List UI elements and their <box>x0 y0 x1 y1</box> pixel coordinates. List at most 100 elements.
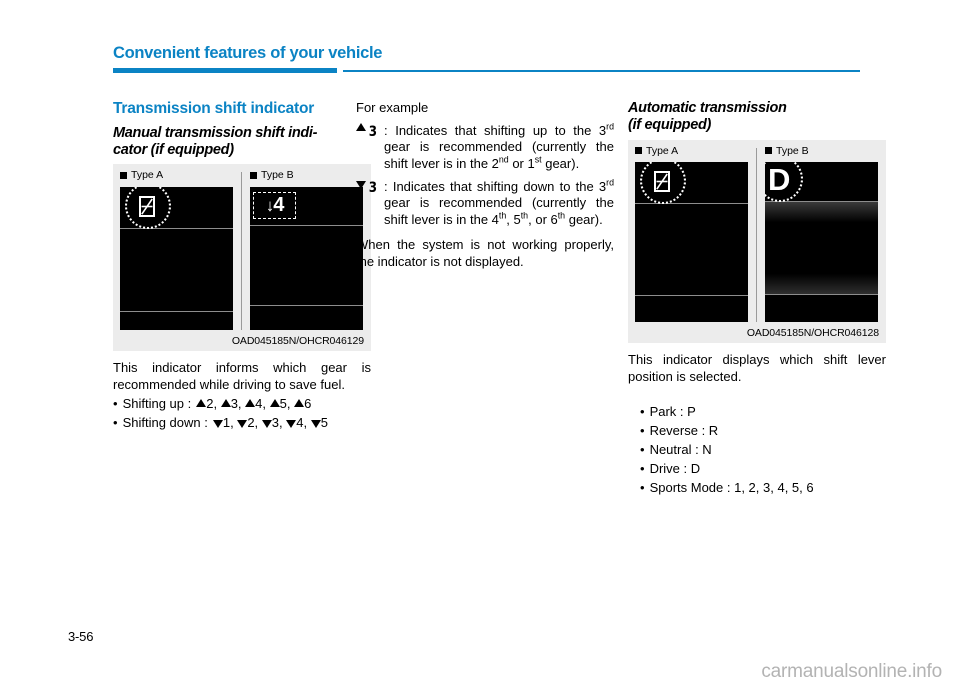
ordinal-th: th <box>520 210 529 221</box>
header-rule-thin <box>343 70 860 72</box>
subsection-title-automatic-transmission: Automatic transmission (if equipped) <box>628 100 886 134</box>
figure-type-a: Type A <box>120 170 233 330</box>
shift-down-arrow-icon: ↓ <box>265 195 274 215</box>
gear-value: 3 <box>271 415 280 431</box>
subsection-title-line1: Automatic transmission <box>628 100 787 116</box>
bullet-neutral-label: Neutral : N <box>649 442 712 458</box>
bullet-shifting-down-label: Shifting down : <box>122 415 208 431</box>
ordinal-rd: rd <box>606 121 614 132</box>
bullet-park: • Park : P <box>628 403 886 422</box>
triangle-up-icon <box>356 122 366 131</box>
type-b-cluster-screen: D <box>765 162 878 323</box>
bullet-reverse-label: Reverse : R <box>649 423 719 439</box>
example-down-part3: , 5 <box>506 211 521 227</box>
type-b-label-row: Type B <box>765 146 878 157</box>
gear-value: 2 <box>247 415 255 431</box>
example-down-marker: 3 <box>356 179 384 229</box>
bullet-dot: • <box>640 423 645 439</box>
triangle-down-icon <box>212 420 223 429</box>
bullet-dot: • <box>113 415 118 431</box>
header-rule-thick <box>113 68 337 73</box>
bullet-park-label: Park : P <box>649 404 696 420</box>
figure-type-b: Type B ↓ 4 <box>250 170 363 330</box>
shift-up-values: 2, 3, 4, 5, 6 <box>196 395 311 414</box>
type-a-label: Type A <box>131 169 164 182</box>
type-a-label-row: Type A <box>635 146 748 157</box>
bullet-dot: • <box>113 396 118 412</box>
subsection-title-line2: cator (if equipped) <box>113 141 234 158</box>
figure-caption-automatic: OAD045185N/OHCR046128 <box>746 327 879 340</box>
figure-type-a: Type A <box>635 146 748 323</box>
type-b-label-row: Type B <box>250 170 363 181</box>
triangle-up-icon <box>269 399 280 408</box>
gear-value: 4 <box>296 415 304 431</box>
gear-glyph-3: 3 <box>368 179 378 196</box>
ordinal-rd: rd <box>606 177 614 188</box>
gear-shift-glyph-icon <box>141 198 153 215</box>
gear-shift-badge-icon <box>139 195 155 217</box>
shift-gear-digit: 4 <box>273 194 284 217</box>
square-bullet-icon <box>635 147 642 155</box>
gear-value: 5 <box>279 396 287 412</box>
content-columns: Transmission shift indicator Manual tran… <box>0 100 960 620</box>
example-shift-up-text: : Indicates that shifting up to the 3rd … <box>384 121 614 173</box>
figure-types-row: Type A <box>635 146 879 323</box>
figure-divider <box>756 147 757 323</box>
example-down-part1: Indicates that shifting down to the 3 <box>392 178 607 194</box>
example-shift-down: 3 : Indicates that shifting down to the … <box>356 177 614 229</box>
watermark: carmanualsonline.info <box>761 661 942 682</box>
left-column: Transmission shift indicator Manual tran… <box>113 100 371 433</box>
triangle-down-icon <box>237 420 248 429</box>
page-header: Convenient features of your vehicle <box>0 0 960 86</box>
bullet-dot: • <box>640 460 645 476</box>
subsection-title-manual-transmission: Manual transmission shift indi- cator (i… <box>113 125 371 159</box>
type-a-label-row: Type A <box>120 170 233 181</box>
right-column: Automatic transmission (if equipped) Typ… <box>628 100 886 498</box>
for-example-label: For example <box>356 100 429 115</box>
type-b-label: Type B <box>776 144 809 157</box>
type-a-cluster-screen <box>120 186 233 330</box>
bullet-drive-label: Drive : D <box>649 460 701 476</box>
triangle-down-icon <box>310 420 321 429</box>
triangle-down-icon <box>286 420 297 429</box>
page-title: Convenient features of your vehicle <box>113 44 383 62</box>
left-paragraph: This indicator informs which gear is rec… <box>113 359 371 392</box>
figure-type-b: Type B D <box>765 146 878 323</box>
example-down-part4: , or 6 <box>528 211 558 227</box>
left-bullet-list: • Shifting up : 2, 3, 4, 5, 6 • Shifting… <box>113 395 371 433</box>
gear-value: 6 <box>304 396 312 412</box>
bullet-shifting-up-label: Shifting up : <box>122 396 192 412</box>
middle-column: For example 3 : Indicates that shifting … <box>356 100 614 271</box>
square-bullet-icon <box>765 147 772 155</box>
figure-divider <box>241 172 242 330</box>
type-a-label: Type A <box>646 144 679 157</box>
section-title-transmission-shift-indicator: Transmission shift indicator <box>113 100 315 117</box>
example-up-part4: gear). <box>541 155 580 171</box>
ordinal-th: th <box>557 210 566 221</box>
example-shift-up: 3 : Indicates that shifting up to the 3r… <box>356 121 614 173</box>
drive-position-letter: D <box>768 162 791 198</box>
figure-manual-transmission: Type A Type B ↓ 4 OAD045185N/OHCR046129 <box>113 164 371 351</box>
gear-value: 2 <box>206 396 214 412</box>
bullet-sports-mode: • Sports Mode : 1, 2, 3, 4, 5, 6 <box>628 479 886 498</box>
bullet-dot: • <box>640 404 645 420</box>
triangle-down-icon <box>356 180 366 189</box>
example-up-part1: Indicates that shifting up to the 3 <box>395 122 607 138</box>
figure-types-row: Type A <box>120 170 364 330</box>
right-bullet-list: • Park : P • Reverse : R • Neutral : N •… <box>628 403 886 497</box>
ordinal-nd: nd <box>498 154 509 165</box>
shift-down-gear-badge-icon: ↓ 4 <box>253 191 296 219</box>
bullet-drive: • Drive : D <box>628 460 886 479</box>
type-a-cluster-screen <box>635 162 748 323</box>
triangle-up-icon <box>220 399 231 408</box>
subsection-title-line2: (if equipped) <box>628 116 712 133</box>
example-down-part5: gear). <box>565 211 603 227</box>
type-b-cluster-screen: ↓ 4 <box>250 186 363 330</box>
square-bullet-icon <box>250 172 257 180</box>
subsection-title-line1: Manual transmission shift indi- <box>113 124 318 141</box>
figure-caption-manual: OAD045185N/OHCR046129 <box>231 334 364 347</box>
right-paragraph: This indicator displays which shift leve… <box>628 352 886 384</box>
square-bullet-icon <box>120 172 127 180</box>
figure-automatic-transmission: Type A Type B D OAD045185N/OHCR046128 <box>628 139 886 344</box>
gear-shift-glyph-icon <box>656 173 668 190</box>
